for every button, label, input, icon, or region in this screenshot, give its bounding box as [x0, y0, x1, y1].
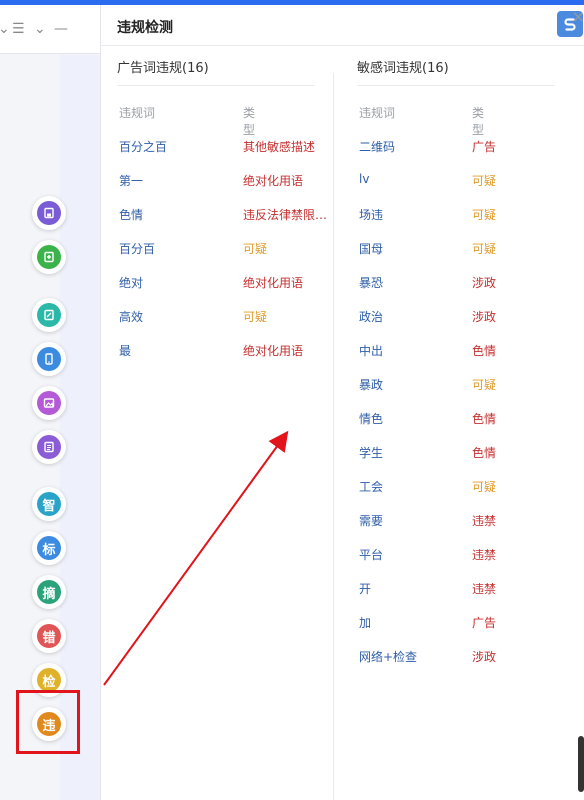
title-tool-button[interactable]: 标 [32, 531, 66, 565]
violation-word[interactable]: lv [359, 172, 369, 186]
summary-tool-button[interactable]: 摘 [32, 575, 66, 609]
ad-violations-section: 广告词违规(16) 违规词 类型 百分之百 其他敏感描述 第一 绝对化用语 色情 违反法律… [117, 57, 327, 358]
violation-word[interactable]: 工会 [359, 478, 383, 495]
doc-add-tool-button[interactable] [32, 240, 66, 274]
violation-type: 涉政 [472, 650, 497, 664]
phone-icon [45, 353, 53, 365]
error-tool-button[interactable]: 错 [32, 619, 66, 653]
violation-word[interactable]: 平台 [359, 546, 383, 563]
list-icon[interactable]: ☰ [12, 21, 25, 37]
violation-type: 涉政 [472, 276, 497, 290]
violation-word[interactable]: 需要 [359, 512, 383, 529]
violation-word[interactable]: 色情 [119, 206, 143, 223]
violation-word[interactable]: 百分之百 [119, 138, 167, 155]
violation-type: 违反法律禁限… [243, 208, 328, 222]
column-header-type: 类型 [243, 106, 256, 137]
column-header-word: 违规词 [119, 106, 156, 120]
violation-type: 绝对化用语 [243, 276, 304, 290]
violation-word[interactable]: 场违 [359, 206, 383, 223]
violation-type: 可疑 [472, 174, 497, 188]
violation-word[interactable]: 暴政 [359, 376, 383, 393]
violation-type: 色情 [472, 412, 497, 426]
violation-type: 可疑 [243, 242, 268, 256]
violation-word[interactable]: 国母 [359, 240, 383, 257]
save-tool-button[interactable] [32, 196, 66, 230]
violation-word[interactable]: 绝对 [119, 274, 143, 291]
phone-icon [37, 347, 61, 371]
smart-icon: 智 [37, 492, 61, 516]
image-icon [43, 398, 55, 408]
check-icon: 检 [37, 668, 61, 692]
smart-tool-button[interactable]: 智 [32, 487, 66, 521]
phone-tool-button[interactable] [32, 342, 66, 376]
violation-word[interactable]: 加 [359, 614, 371, 631]
violation-type: 色情 [472, 446, 497, 460]
save-icon [44, 207, 54, 219]
save-icon [37, 201, 61, 225]
panel-logo-button[interactable]: × [557, 7, 584, 37]
violation-type: 色情 [472, 344, 497, 358]
violation-type: 违禁 [472, 548, 497, 562]
violation-type: 违禁 [472, 582, 497, 596]
chevron-down-icon[interactable]: ⌄ [34, 21, 46, 37]
violation-type: 可疑 [472, 242, 497, 256]
violation-type: 涉政 [472, 310, 497, 324]
chevron-down-icon[interactable]: ⌄ [0, 21, 10, 37]
violation-type: 其他敏感描述 [243, 140, 316, 154]
violation-word[interactable]: 高效 [119, 308, 143, 325]
close-icon[interactable]: × [572, 7, 584, 26]
panel-title: 违规检测 [117, 20, 173, 36]
note-tool-button[interactable] [32, 298, 66, 332]
violation-word[interactable]: 最 [119, 342, 131, 359]
side-tool-rail [60, 55, 100, 800]
violation-type: 可疑 [243, 310, 268, 324]
violation-word[interactable]: 第一 [119, 172, 143, 189]
violation-type: 违禁 [472, 514, 497, 528]
doc-add-icon [37, 245, 61, 269]
note-icon [37, 303, 61, 327]
column-divider [333, 73, 334, 800]
list-doc-icon [37, 435, 61, 459]
section-title: 敏感词违规(16) [357, 61, 449, 76]
violation-type: 绝对化用语 [243, 174, 304, 188]
panel-divider [101, 45, 584, 46]
violation-word[interactable]: 学生 [359, 444, 383, 461]
image-tool-button[interactable] [32, 386, 66, 420]
violation-word[interactable]: 百分百 [119, 240, 155, 257]
editor-toolbar-fragment: ⌄ ☰ ⌄ — [0, 5, 100, 54]
violation-type: 广告 [472, 616, 497, 630]
list-doc-icon [44, 441, 54, 453]
violation-type: 绝对化用语 [243, 344, 304, 358]
section-title: 广告词违规(16) [117, 61, 209, 76]
violation-word[interactable]: 网络+检查 [359, 648, 417, 665]
violation-word[interactable]: 情色 [359, 410, 383, 427]
scrollbar-thumb[interactable] [578, 736, 584, 792]
note-icon [44, 309, 54, 321]
image-icon [37, 391, 61, 415]
section-underline [357, 85, 555, 86]
title-icon: 标 [37, 536, 61, 560]
column-header-word: 违规词 [359, 106, 396, 120]
sensitive-violations-section: 敏感词违规(16) 违规词 类型 二维码 广告 lv 可疑 场违 可疑 国母 可疑 暴恐 涉政 政治… [357, 57, 555, 664]
violation-word[interactable]: 二维码 [359, 138, 395, 155]
violation-word[interactable]: 政治 [359, 308, 383, 325]
violation-word[interactable]: 开 [359, 580, 371, 597]
violation-type: 可疑 [472, 378, 497, 392]
violation-type: 可疑 [472, 480, 497, 494]
list-doc-tool-button[interactable] [32, 430, 66, 464]
column-header-type: 类型 [472, 106, 485, 137]
error-icon: 错 [37, 624, 61, 648]
violation-panel: 违规检测 × 广告词违规(16) 违规词 类型 百分之百 其他敏感描述 第一 绝对化用… [100, 5, 584, 800]
violation-word[interactable]: 暴恐 [359, 274, 383, 291]
summary-icon: 摘 [37, 580, 61, 604]
section-underline [117, 85, 315, 86]
doc-add-icon [44, 251, 54, 263]
violation-word[interactable]: 中出 [359, 342, 383, 359]
violation-type: 广告 [472, 140, 497, 154]
minus-icon[interactable]: — [54, 21, 68, 37]
highlight-box [16, 690, 80, 754]
violation-type: 可疑 [472, 208, 497, 222]
